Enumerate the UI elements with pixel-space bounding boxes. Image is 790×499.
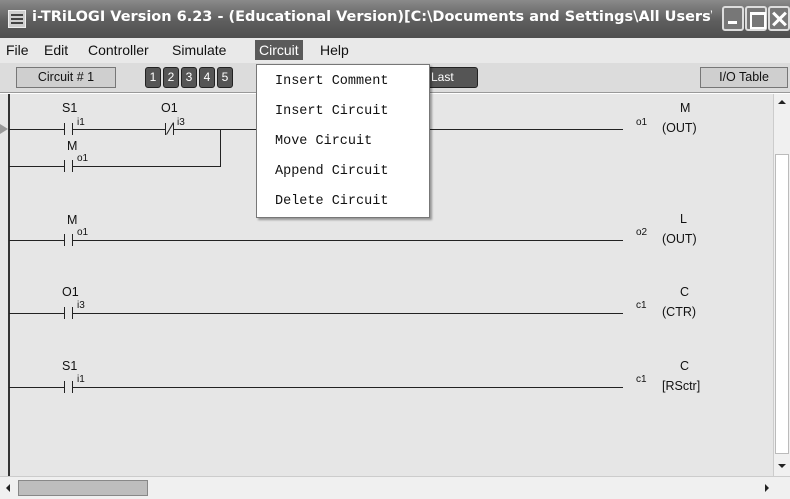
- delete-circuit-menu-item[interactable]: Delete Circuit: [275, 194, 388, 209]
- circuit-number-button[interactable]: Circuit # 1: [16, 67, 116, 88]
- menu-simulate[interactable]: Simulate: [170, 42, 228, 58]
- circuit-3-button[interactable]: 3: [181, 67, 197, 88]
- vertical-scroll-thumb[interactable]: [775, 154, 789, 454]
- io-table-button[interactable]: I/O Table: [700, 67, 788, 88]
- menu-controller[interactable]: Controller: [86, 42, 151, 58]
- menu-help[interactable]: Help: [318, 42, 351, 58]
- contact-name: S1: [62, 101, 78, 115]
- scroll-right-icon[interactable]: [765, 484, 769, 492]
- nc-contact-icon: [165, 123, 174, 135]
- contact-tag: o1: [77, 153, 89, 164]
- insert-comment-menu-item[interactable]: Insert Comment: [275, 74, 388, 89]
- contact-tag: i1: [77, 117, 85, 128]
- circuit-cursor-icon: [0, 124, 8, 134]
- close-button[interactable]: [768, 6, 790, 31]
- coil-name: C: [680, 285, 690, 299]
- contact-tag: i3: [177, 117, 185, 128]
- circuit-5-button[interactable]: 5: [217, 67, 233, 88]
- circuit-2-button[interactable]: 2: [163, 67, 179, 88]
- coil-function: [RSctr]: [662, 379, 701, 393]
- app-icon[interactable]: [8, 10, 26, 28]
- horizontal-scrollbar[interactable]: [0, 476, 790, 499]
- coil-name: C: [680, 359, 690, 373]
- no-contact-icon: [64, 381, 73, 393]
- contact-name: M: [67, 139, 78, 153]
- maximize-button[interactable]: [745, 6, 767, 31]
- coil-tag: o2: [636, 227, 648, 238]
- power-rail: [8, 94, 10, 476]
- vertical-scrollbar[interactable]: [773, 94, 790, 476]
- coil-function: (OUT): [662, 232, 697, 246]
- no-contact-icon: [64, 123, 73, 135]
- horizontal-scroll-thumb[interactable]: [18, 480, 148, 496]
- no-contact-icon: [64, 307, 73, 319]
- title-bar[interactable]: i-TRiLOGI Version 6.23 - (Educational Ve…: [0, 0, 790, 38]
- circuit-1-button[interactable]: 1: [145, 67, 161, 88]
- contact-name: O1: [62, 285, 79, 299]
- contact-name: M: [67, 213, 78, 227]
- scroll-down-icon[interactable]: [778, 464, 786, 468]
- insert-circuit-menu-item[interactable]: Insert Circuit: [275, 104, 388, 119]
- contact-tag: i1: [77, 374, 85, 385]
- window-title: i-TRiLOGI Version 6.23 - (Educational Ve…: [32, 9, 712, 25]
- menu-circuit[interactable]: Circuit: [255, 40, 303, 60]
- move-circuit-menu-item[interactable]: Move Circuit: [275, 134, 372, 149]
- contact-name: O1: [161, 101, 178, 115]
- coil-name: L: [680, 212, 687, 226]
- coil-tag: o1: [636, 117, 648, 128]
- contact-name: S1: [62, 359, 78, 373]
- coil-tag: c1: [636, 300, 647, 311]
- coil-function: (OUT): [662, 121, 697, 135]
- menu-edit[interactable]: Edit: [42, 42, 70, 58]
- contact-tag: o1: [77, 227, 89, 238]
- coil-tag: c1: [636, 374, 647, 385]
- no-contact-icon: [64, 160, 73, 172]
- scroll-left-icon[interactable]: [6, 484, 10, 492]
- menu-file[interactable]: File: [4, 42, 31, 58]
- scroll-up-icon[interactable]: [778, 100, 786, 104]
- no-contact-icon: [64, 234, 73, 246]
- append-circuit-menu-item[interactable]: Append Circuit: [275, 164, 388, 179]
- menu-bar: File Edit Controller Simulate Circuit He…: [0, 38, 790, 63]
- coil-function: (CTR): [662, 305, 697, 319]
- minimize-button[interactable]: [722, 6, 744, 31]
- coil-name: M: [680, 101, 691, 115]
- circuit-4-button[interactable]: 4: [199, 67, 215, 88]
- contact-tag: i3: [77, 300, 85, 311]
- circuit-menu-dropdown: Insert Comment Insert Circuit Move Circu…: [256, 64, 430, 218]
